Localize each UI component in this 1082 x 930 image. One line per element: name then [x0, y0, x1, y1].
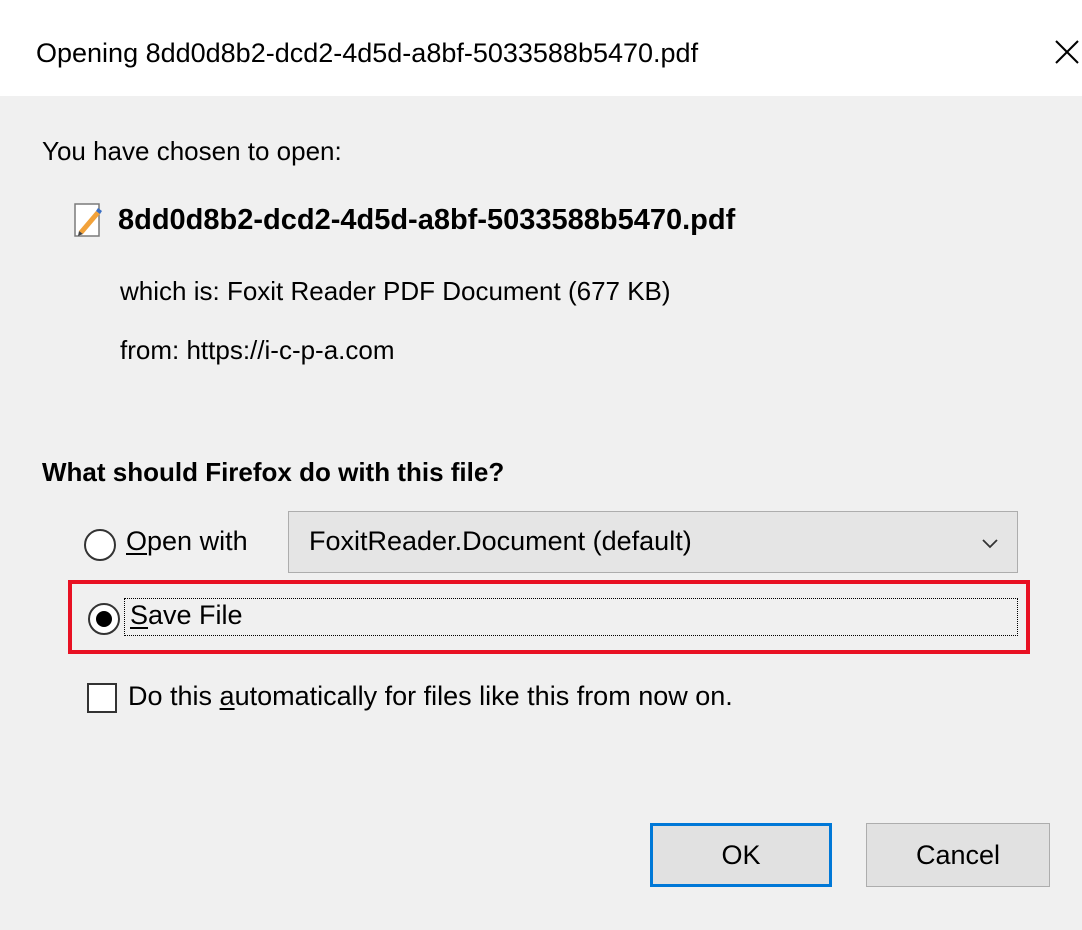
save-file-accesskey: S [130, 600, 149, 630]
ok-button[interactable]: OK [650, 823, 832, 887]
open-with-app-value: FoxitReader.Document (default) [309, 526, 692, 556]
open-with-app-select[interactable]: FoxitReader.Document (default) [288, 511, 1018, 573]
chevron-down-icon [982, 539, 998, 549]
which-is-label: which is: [120, 276, 220, 306]
chosen-to-open-label: You have chosen to open: [42, 136, 342, 166]
save-file-highlight: Save File [68, 580, 1030, 654]
save-file-radio[interactable] [88, 603, 120, 635]
auto-checkbox[interactable] [87, 683, 117, 713]
action-question: What should Firefox do with this file? [42, 457, 505, 487]
auto-label-after: utomatically for files like this from no… [234, 681, 733, 711]
close-icon [1055, 40, 1079, 64]
file-type-row: which is: Foxit Reader PDF Document (677… [120, 276, 671, 307]
close-button[interactable] [1050, 32, 1082, 72]
auto-checkbox-label[interactable]: Do this automatically for files like thi… [128, 681, 733, 712]
cancel-button[interactable]: Cancel [866, 823, 1050, 887]
dialog-titlebar: Opening 8dd0d8b2-dcd2-4d5d-a8bf-5033588b… [0, 0, 1082, 96]
open-with-label[interactable]: Open with [126, 526, 248, 557]
save-file-focus-rect [124, 598, 1018, 636]
from-label: from: [120, 335, 180, 365]
save-file-label[interactable]: Save File [130, 600, 243, 631]
open-with-accesskey: O [126, 526, 148, 556]
file-name: 8dd0d8b2-dcd2-4d5d-a8bf-5033588b5470.pdf [118, 203, 736, 236]
file-source-value: https://i-c-p-a.com [186, 335, 395, 365]
auto-accesskey: a [219, 681, 235, 711]
save-file-label-text: ave File [148, 600, 243, 630]
pdf-file-icon [74, 203, 102, 237]
auto-label-before: Do this [128, 681, 220, 711]
file-source-row: from: https://i-c-p-a.com [120, 335, 395, 366]
dialog-title: Opening 8dd0d8b2-dcd2-4d5d-a8bf-5033588b… [36, 38, 699, 68]
open-with-radio[interactable] [84, 529, 116, 561]
file-type-value: Foxit Reader PDF Document (677 KB) [226, 276, 671, 306]
open-with-label-text: pen with [147, 526, 248, 556]
file-row: 8dd0d8b2-dcd2-4d5d-a8bf-5033588b5470.pdf [74, 198, 735, 242]
